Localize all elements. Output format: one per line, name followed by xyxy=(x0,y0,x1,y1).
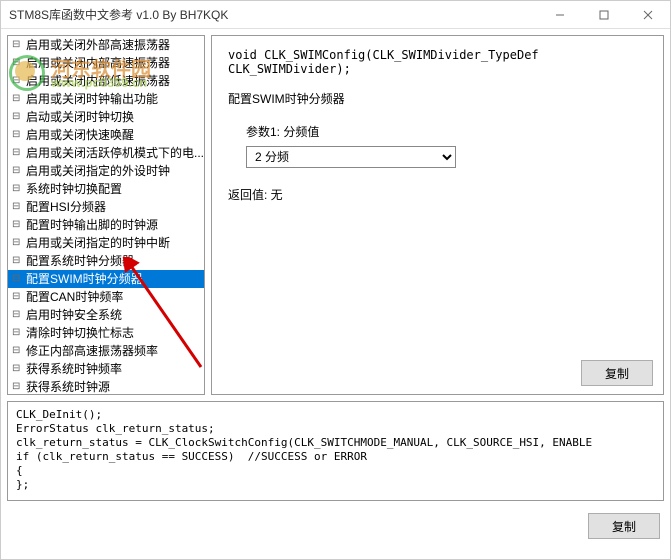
function-signature: void CLK_SWIMConfig(CLK_SWIMDivider_Type… xyxy=(228,48,647,76)
upper-section: 启用或关闭外部高速振荡器启用或关闭内部高速振荡器启用或关闭内部低速振荡器启用或关… xyxy=(7,35,664,395)
copy-button-detail[interactable]: 复制 xyxy=(581,360,653,386)
tree-item[interactable]: 配置SWIM时钟分频器 xyxy=(8,270,204,288)
tree-item[interactable]: 配置CAN时钟频率 xyxy=(8,288,204,306)
copy-button-code[interactable]: 复制 xyxy=(588,513,660,539)
parameter-select[interactable]: 2 分频 xyxy=(246,146,456,168)
tree-item[interactable]: 启用或关闭快速唤醒 xyxy=(8,126,204,144)
parameter-label: 参数1: 分频值 xyxy=(246,123,647,140)
tree-item[interactable]: 系统时钟切换配置 xyxy=(8,180,204,198)
tree-item[interactable]: 获得系统时钟源 xyxy=(8,378,204,395)
tree-item[interactable]: 启用或关闭内部低速振荡器 xyxy=(8,72,204,90)
close-button[interactable] xyxy=(626,1,670,29)
tree-item[interactable]: 启用或关闭活跃停机模式下的电... xyxy=(8,144,204,162)
tree-item[interactable]: 启用或关闭内部高速振荡器 xyxy=(8,54,204,72)
parameter-block: 参数1: 分频值 2 分频 xyxy=(246,123,647,168)
detail-panel: void CLK_SWIMConfig(CLK_SWIMDivider_Type… xyxy=(211,35,664,395)
tree-item[interactable]: 启动或关闭时钟切换 xyxy=(8,108,204,126)
function-tree[interactable]: 启用或关闭外部高速振荡器启用或关闭内部高速振荡器启用或关闭内部低速振荡器启用或关… xyxy=(7,35,205,395)
function-description: 配置SWIM时钟分频器 xyxy=(228,90,647,107)
tree-item[interactable]: 获得系统时钟频率 xyxy=(8,360,204,378)
tree-item[interactable]: 启用或关闭时钟输出功能 xyxy=(8,90,204,108)
window-controls xyxy=(538,1,670,29)
tree-item[interactable]: 启用或关闭外部高速振荡器 xyxy=(8,36,204,54)
titlebar: STM8S库函数中文参考 v1.0 By BH7KQK xyxy=(1,1,670,29)
content-area: 河东软件园 www.pc0359.cn 启用或关闭外部高速振荡器启用或关闭内部高… xyxy=(1,29,670,559)
tree-item[interactable]: 启用时钟安全系统 xyxy=(8,306,204,324)
return-value: 返回值: 无 xyxy=(228,186,647,203)
tree-item[interactable]: 配置HSI分频器 xyxy=(8,198,204,216)
tree-item[interactable]: 修正内部高速振荡器频率 xyxy=(8,342,204,360)
maximize-button[interactable] xyxy=(582,1,626,29)
tree-item[interactable]: 配置系统时钟分频器 xyxy=(8,252,204,270)
app-window: STM8S库函数中文参考 v1.0 By BH7KQK 河东软件园 www.pc… xyxy=(0,0,671,560)
tree-item[interactable]: 清除时钟切换忙标志 xyxy=(8,324,204,342)
tree-item[interactable]: 配置时钟输出脚的时钟源 xyxy=(8,216,204,234)
minimize-button[interactable] xyxy=(538,1,582,29)
tree-item[interactable]: 启用或关闭指定的时钟中断 xyxy=(8,234,204,252)
window-title: STM8S库函数中文参考 v1.0 By BH7KQK xyxy=(9,6,538,23)
lower-section: CLK_DeInit(); ErrorStatus clk_return_sta… xyxy=(7,401,664,541)
tree-item[interactable]: 启用或关闭指定的外设时钟 xyxy=(8,162,204,180)
code-output[interactable]: CLK_DeInit(); ErrorStatus clk_return_sta… xyxy=(7,401,664,501)
